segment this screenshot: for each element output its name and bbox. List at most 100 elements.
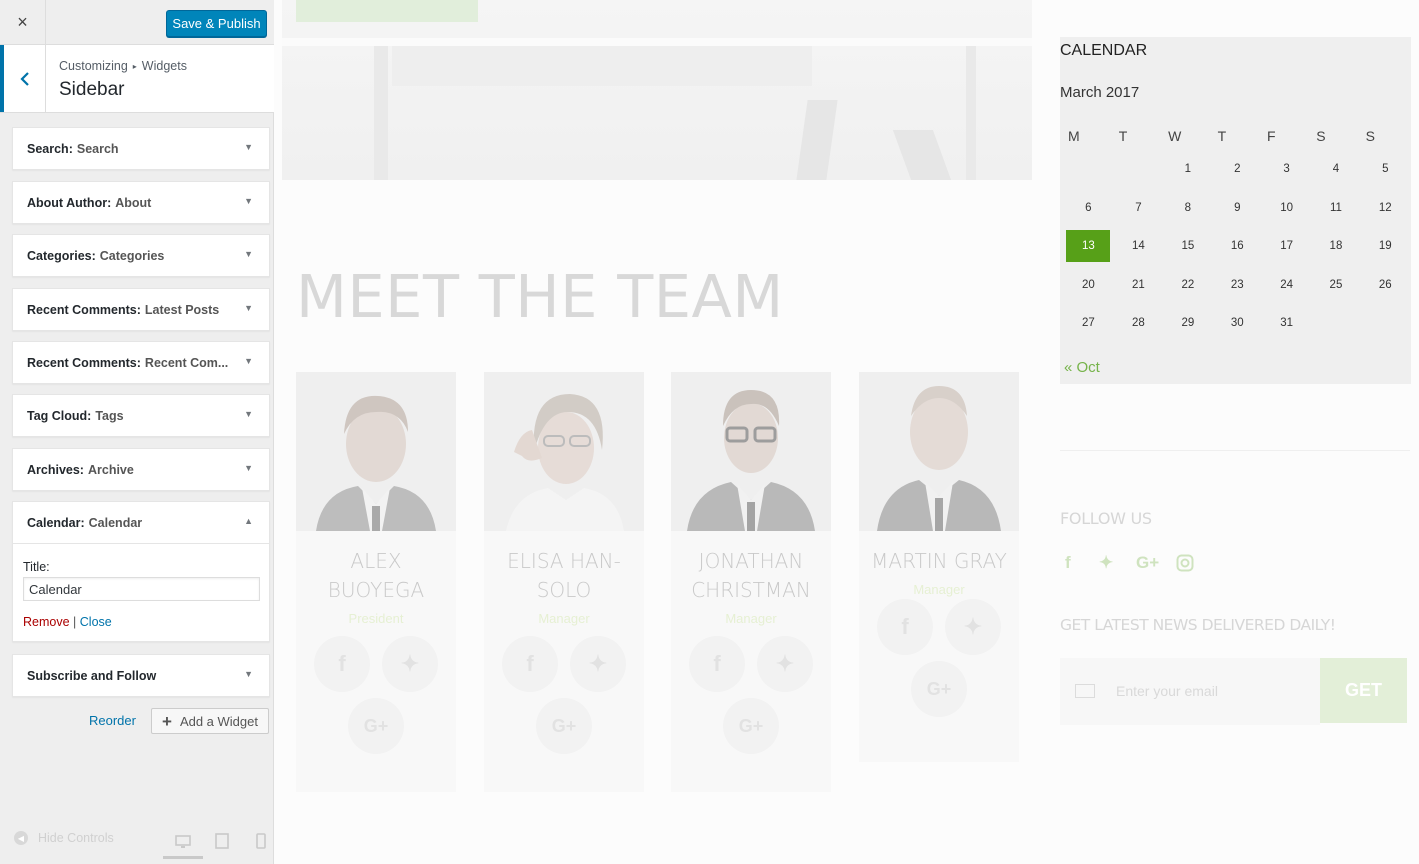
widget-header[interactable]: Archives: Archive ▼	[13, 449, 269, 490]
calendar-day[interactable]: 8	[1164, 190, 1212, 227]
google-plus-icon[interactable]: G+	[348, 698, 404, 754]
twitter-icon[interactable]: ✦	[945, 599, 1001, 655]
caret-down-icon[interactable]: ▼	[244, 356, 253, 366]
calendar-day[interactable]: 23	[1214, 267, 1261, 304]
widget-header[interactable]: Categories: Categories ▼	[13, 235, 269, 276]
subscribe-button[interactable]: GET	[1320, 658, 1407, 723]
facebook-icon[interactable]: f	[689, 636, 745, 692]
hero-button[interactable]	[296, 0, 478, 22]
follow-heading: FOLLOW US	[1060, 509, 1152, 528]
widget-about-author[interactable]: About Author: About ▼	[12, 181, 270, 224]
calendar-day[interactable]: 21	[1115, 267, 1162, 304]
member-role: President	[348, 611, 404, 626]
calendar-day[interactable]: 29	[1164, 305, 1212, 342]
email-field[interactable]: Enter your email	[1060, 658, 1320, 725]
calendar-day[interactable]: 27	[1064, 305, 1113, 342]
facebook-icon[interactable]: f	[1065, 553, 1071, 573]
widget-header[interactable]: Search: Search ▼	[13, 128, 269, 169]
twitter-icon[interactable]: ✦	[757, 636, 813, 692]
widget-subscribe-follow[interactable]: Subscribe and Follow ▼	[12, 654, 270, 697]
calendar-week: 6 7 8 9 10 11 12	[1064, 190, 1409, 227]
widget-recent-comments[interactable]: Recent Comments: Recent Com... ▼	[12, 341, 270, 384]
facebook-icon[interactable]: f	[877, 599, 933, 655]
calendar-day[interactable]: 28	[1115, 305, 1162, 342]
calendar-day[interactable]: 24	[1263, 267, 1310, 304]
instagram-icon[interactable]	[1176, 554, 1194, 577]
caret-down-icon[interactable]: ▼	[244, 669, 253, 679]
hide-controls-button[interactable]: ◀ Hide Controls	[14, 831, 114, 845]
calendar-day[interactable]: 5	[1362, 151, 1409, 188]
calendar-day[interactable]: 26	[1362, 267, 1409, 304]
widget-header[interactable]: Recent Comments: Latest Posts ▼	[13, 289, 269, 330]
save-publish-button[interactable]: Save & Publish	[166, 10, 267, 37]
widget-tag-cloud[interactable]: Tag Cloud: Tags ▼	[12, 394, 270, 437]
calendar-day[interactable]: 19	[1362, 228, 1409, 265]
back-button[interactable]	[0, 45, 46, 112]
calendar-day[interactable]: 15	[1164, 228, 1212, 265]
widget-header[interactable]: Recent Comments: Recent Com... ▼	[13, 342, 269, 383]
calendar-day[interactable]: 3	[1263, 151, 1310, 188]
calendar-day[interactable]: 9	[1214, 190, 1261, 227]
google-plus-icon[interactable]: G+	[911, 661, 967, 717]
calendar-day[interactable]: 4	[1312, 151, 1359, 188]
calendar-day[interactable]: 12	[1362, 190, 1409, 227]
widget-header[interactable]: Calendar: Calendar ▲	[13, 502, 269, 543]
remove-link[interactable]: Remove	[23, 615, 70, 629]
title-field[interactable]	[23, 577, 260, 601]
caret-down-icon[interactable]: ▼	[244, 142, 253, 152]
facebook-icon[interactable]: f	[314, 636, 370, 692]
calendar-day[interactable]: 20	[1064, 267, 1113, 304]
caret-down-icon[interactable]: ▼	[244, 463, 253, 473]
breadcrumb-separator-icon: ▸	[132, 62, 137, 71]
close-customizer-button[interactable]: ×	[0, 0, 46, 45]
calendar-day[interactable]: 13	[1064, 228, 1113, 265]
calendar-day[interactable]: 14	[1115, 228, 1162, 265]
caret-down-icon[interactable]: ▼	[244, 303, 253, 313]
calendar-weekday: S	[1316, 128, 1326, 144]
caret-down-icon[interactable]: ▼	[244, 409, 253, 419]
calendar-week: 27 28 29 30 31	[1064, 305, 1409, 342]
calendar-day[interactable]: 2	[1214, 151, 1261, 188]
widget-search[interactable]: Search: Search ▼	[12, 127, 270, 170]
calendar-day[interactable]: 16	[1214, 228, 1261, 265]
desktop-preview-button[interactable]	[163, 827, 203, 859]
twitter-icon[interactable]: ✦	[1099, 553, 1113, 573]
widget-recent-comments-latest[interactable]: Recent Comments: Latest Posts ▼	[12, 288, 270, 331]
calendar-day[interactable]: 10	[1263, 190, 1310, 227]
tablet-preview-button[interactable]	[202, 827, 242, 855]
calendar-day[interactable]: 7	[1115, 190, 1162, 227]
caret-down-icon[interactable]: ▼	[244, 249, 253, 259]
close-link[interactable]: Close	[80, 615, 112, 629]
calendar-day[interactable]: 30	[1214, 305, 1261, 342]
breadcrumb-current: Widgets	[141, 59, 187, 73]
reorder-link[interactable]: Reorder	[89, 713, 136, 728]
widget-header[interactable]: Tag Cloud: Tags ▼	[13, 395, 269, 436]
twitter-icon[interactable]: ✦	[382, 636, 438, 692]
facebook-icon[interactable]: f	[502, 636, 558, 692]
widget-categories[interactable]: Categories: Categories ▼	[12, 234, 270, 277]
add-widget-label: Add a Widget	[179, 713, 258, 729]
mobile-icon	[256, 833, 266, 849]
add-widget-button[interactable]: + Add a Widget	[151, 708, 269, 734]
calendar-day[interactable]: 25	[1312, 267, 1359, 304]
calendar-prev-link[interactable]: « Oct	[1064, 359, 1100, 376]
widget-calendar[interactable]: Calendar:Calendar ▲ Title: Remove | Clos…	[12, 501, 270, 642]
google-plus-icon[interactable]: G+	[536, 698, 592, 754]
widget-archives[interactable]: Archives: Archive ▼	[12, 448, 270, 491]
team-member-card: MARTIN GRAY Manager f ✦ G+	[859, 372, 1019, 762]
calendar-weekday: M	[1068, 128, 1080, 144]
widget-header[interactable]: Subscribe and Follow ▼	[13, 655, 269, 696]
calendar-day[interactable]: 22	[1164, 267, 1212, 304]
calendar-day[interactable]: 31	[1263, 305, 1310, 342]
calendar-day[interactable]: 1	[1164, 151, 1212, 188]
caret-up-icon[interactable]: ▲	[244, 516, 253, 526]
google-plus-icon[interactable]: G+	[1136, 553, 1159, 573]
twitter-icon[interactable]: ✦	[570, 636, 626, 692]
calendar-day[interactable]: 6	[1064, 190, 1113, 227]
widget-header[interactable]: About Author: About ▼	[13, 182, 269, 223]
calendar-day[interactable]: 11	[1312, 190, 1359, 227]
calendar-day[interactable]: 18	[1312, 228, 1359, 265]
calendar-day[interactable]: 17	[1263, 228, 1310, 265]
caret-down-icon[interactable]: ▼	[244, 196, 253, 206]
google-plus-icon[interactable]: G+	[723, 698, 779, 754]
